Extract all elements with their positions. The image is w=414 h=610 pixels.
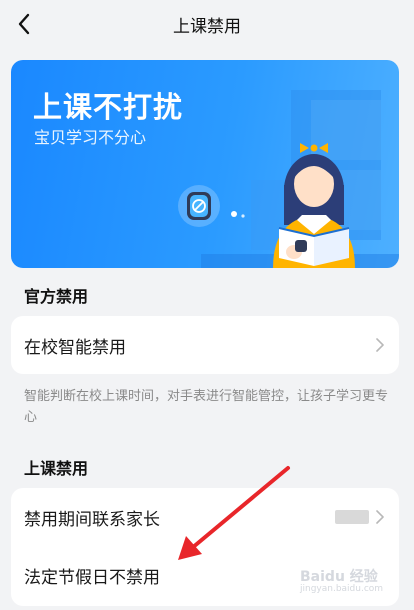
official-ban-card: 在校智能禁用 xyxy=(11,316,399,374)
top-bar: 上课禁用 xyxy=(0,0,414,50)
contact-parent-row[interactable]: 禁用期间联系家长 xyxy=(11,488,399,546)
chevron-right-icon xyxy=(376,338,384,352)
watermark-sub: jingyan.baidu.com xyxy=(300,584,384,594)
contact-parent-label: 禁用期间联系家长 xyxy=(24,509,160,530)
chevron-right-icon xyxy=(376,510,384,524)
smart-ban-description: 智能判断在校上课时间，对手表进行智能管控，让孩子学习更专心 xyxy=(24,389,389,425)
banner-subtitle: 宝贝学习不分心 xyxy=(34,128,147,147)
promo-banner: 上课不打扰 宝贝学习不分心 xyxy=(11,60,399,268)
watermark-text: Baidu 经验 xyxy=(300,569,378,585)
school-smart-ban-label: 在校智能禁用 xyxy=(24,337,126,358)
baidu-watermark: Baidu 经验 jingyan.baidu.com xyxy=(300,566,410,606)
page-title: 上课禁用 xyxy=(173,17,241,37)
school-smart-ban-row[interactable]: 在校智能禁用 xyxy=(11,316,399,374)
section-title-official: 官方禁用 xyxy=(24,287,89,306)
banner-title: 上课不打扰 xyxy=(33,90,184,124)
contact-parent-value xyxy=(335,510,369,524)
section-title-class-ban: 上课禁用 xyxy=(24,459,89,478)
